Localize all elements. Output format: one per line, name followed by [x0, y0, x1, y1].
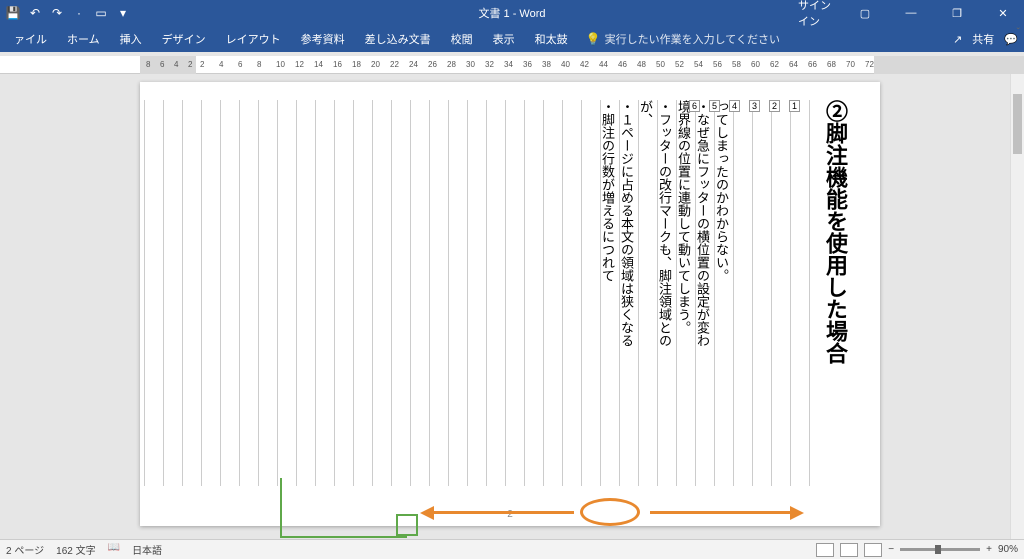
footnote-ref-4: 4	[729, 100, 740, 112]
body-line-5: 境界線の位置に連動して動いてしまう。	[674, 100, 691, 334]
annotation-green-box	[396, 514, 418, 536]
scrollbar-thumb[interactable]	[1013, 94, 1022, 154]
footnote-ref-1: 1	[789, 100, 800, 112]
view-read-mode-icon[interactable]	[816, 543, 834, 557]
tab-mailings[interactable]: 差し込み文書	[355, 26, 441, 52]
page-heading: ②脚注機能を使用した場合	[819, 100, 850, 364]
proofing-icon[interactable]: 📖	[108, 542, 120, 557]
close-button[interactable]: ✕	[982, 0, 1024, 26]
save-icon[interactable]: 💾	[6, 6, 20, 20]
tab-wadaiko[interactable]: 和太鼓	[525, 26, 578, 52]
tab-home[interactable]: ホーム	[57, 26, 110, 52]
tab-layout[interactable]: レイアウト	[216, 26, 291, 52]
share-button[interactable]: 共有	[972, 31, 994, 47]
vertical-scrollbar[interactable]	[1010, 74, 1024, 539]
tell-me-search[interactable]: 💡 実行したい作業を入力してください	[586, 31, 780, 47]
body-line-7: ってしまったのかわからない。	[712, 100, 729, 282]
tab-insert[interactable]: 挿入	[110, 26, 152, 52]
quick-access-toolbar: 💾 ↶ ↷ · ▭ ▾	[0, 6, 130, 20]
body-line-4: ・フッターの改行マークも、脚注領域との	[655, 100, 672, 347]
restore-button[interactable]: ❐	[936, 0, 978, 26]
body-line-6: ・なぜ急にフッターの横位置の設定が変わ	[693, 100, 710, 347]
view-print-layout-icon[interactable]	[840, 543, 858, 557]
tab-file[interactable]: ァイル	[4, 26, 57, 52]
ruler-numbers-right: 2468101214161820222426283032343638404244…	[200, 56, 1024, 74]
status-language[interactable]: 日本語	[132, 542, 162, 557]
tell-me-placeholder: 実行したい作業を入力してください	[605, 31, 780, 47]
share-icon[interactable]: ↗	[953, 33, 962, 46]
body-line-1: ・脚注の行数が増えるにつれて	[598, 100, 615, 282]
annotation-arrow-right-line	[650, 511, 790, 514]
body-line-2: ・１ページに占める本文の領域は狭くなる	[617, 100, 634, 347]
title-bar: 💾 ↶ ↷ · ▭ ▾ 文書 1 - Word サインイン ▢ — ❐ ✕	[0, 0, 1024, 26]
ribbon-display-icon[interactable]: ▢	[844, 0, 886, 26]
horizontal-ruler[interactable]: 8 6 4 2 24681012141618202224262830323436…	[0, 56, 1024, 74]
annotation-oval	[580, 498, 640, 526]
redo-icon[interactable]: ↷	[50, 6, 64, 20]
collapse-ribbon-icon[interactable]: ˇ	[1017, 27, 1020, 38]
status-bar: 2 ページ 162 文字 📖 日本語 − + 90%	[0, 539, 1024, 559]
annotation-arrow-left-line	[434, 511, 574, 514]
annotation-green-line-h	[280, 536, 407, 538]
status-left: 2 ページ 162 文字 📖 日本語	[6, 542, 162, 557]
zoom-out-button[interactable]: −	[888, 544, 894, 555]
ribbon-tabs: ァイル ホーム 挿入 デザイン レイアウト 参考資料 差し込み文書 校閲 表示 …	[0, 26, 1024, 52]
document-title: 文書 1 - Word	[478, 5, 545, 21]
body-line-3: が、	[636, 100, 653, 126]
zoom-slider-thumb[interactable]	[935, 545, 941, 554]
undo-icon[interactable]: ↶	[28, 6, 42, 20]
footnote-ref-2: 2	[769, 100, 780, 112]
footnote-ref-5: 5	[709, 100, 720, 112]
status-page[interactable]: 2 ページ	[6, 542, 44, 557]
annotation-arrow-right-head	[790, 506, 804, 520]
tab-review[interactable]: 校閲	[441, 26, 483, 52]
document-page[interactable]: ②脚注機能を使用した場合 ・脚注の行数が増えるにつれて ・１ページに占める本文の…	[140, 82, 880, 526]
qat-customize-icon[interactable]: ▾	[116, 6, 130, 20]
annotation-green-line-v	[280, 478, 282, 538]
qat-sep: ·	[72, 6, 86, 20]
zoom-slider[interactable]	[900, 548, 980, 551]
annotation-arrow-left-head	[420, 506, 434, 520]
signin-button[interactable]: サインイン	[798, 0, 840, 26]
zoom-level[interactable]: 90%	[998, 544, 1018, 555]
view-web-layout-icon[interactable]	[864, 543, 882, 557]
status-right: − + 90%	[816, 543, 1018, 557]
ribbon-right: ↗ 共有 💬	[953, 31, 1018, 47]
document-workspace: ②脚注機能を使用した場合 ・脚注の行数が増えるにつれて ・１ページに占める本文の…	[0, 74, 1024, 539]
zoom-in-button[interactable]: +	[986, 544, 992, 555]
tab-view[interactable]: 表示	[483, 26, 525, 52]
title-controls: サインイン ▢ — ❐ ✕	[798, 0, 1024, 26]
tab-design[interactable]: デザイン	[152, 26, 216, 52]
minimize-button[interactable]: —	[890, 0, 932, 26]
status-char-count[interactable]: 162 文字	[56, 542, 95, 557]
lightbulb-icon: 💡	[586, 32, 601, 46]
footnote-ref-6: 6	[689, 100, 700, 112]
tab-references[interactable]: 参考資料	[291, 26, 355, 52]
touch-mode-icon[interactable]: ▭	[94, 6, 108, 20]
footnote-ref-3: 3	[749, 100, 760, 112]
